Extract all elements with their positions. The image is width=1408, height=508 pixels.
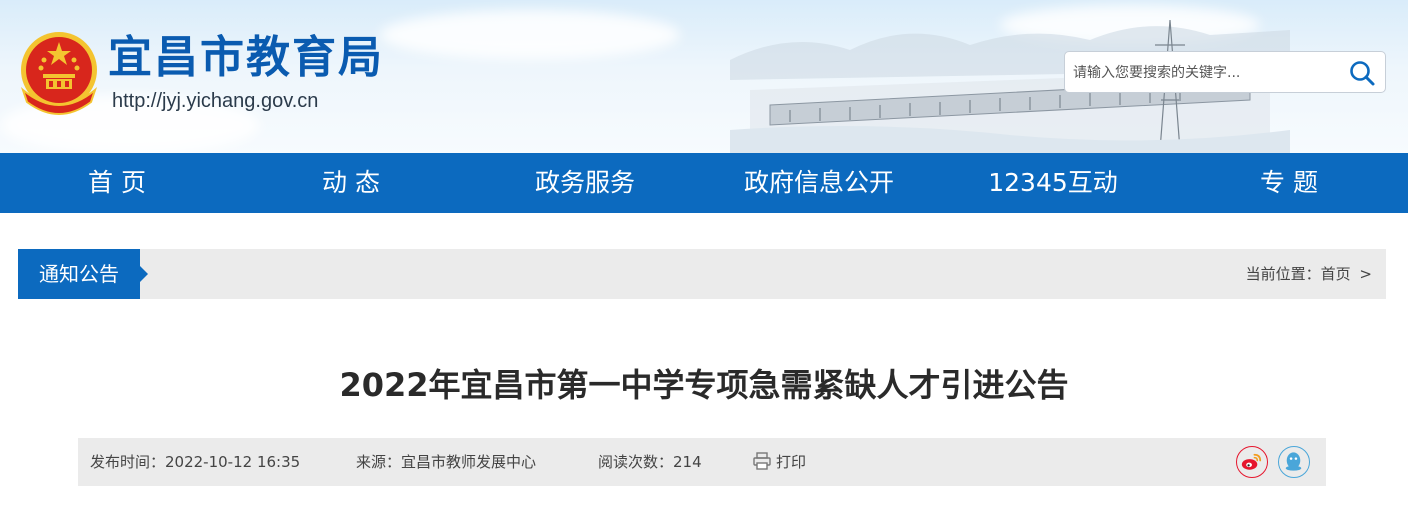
section-header-bar: 通知公告 当前位置：首页 > <box>18 249 1386 299</box>
search-icon <box>1350 61 1375 86</box>
nav-item-news[interactable]: 动 态 <box>234 153 468 213</box>
search-button[interactable] <box>1347 58 1377 88</box>
print-label: 打印 <box>776 453 807 471</box>
site-url: http://jyj.yichang.gov.cn <box>112 90 319 112</box>
printer-icon <box>753 452 771 470</box>
main-nav: 首 页 动 态 政务服务 政府信息公开 12345互动 专 题 <box>0 153 1408 213</box>
article-meta-bar: 发布时间：2022-10-12 16:35 来源：宜昌市教师发展中心 阅读次数：… <box>78 438 1326 486</box>
article-title: 2022年宜昌市第一中学专项急需紧缺人才引进公告 <box>339 366 1069 404</box>
nav-item-gov-info[interactable]: 政府信息公开 <box>702 153 936 213</box>
section-tag[interactable]: 通知公告 <box>18 249 148 299</box>
search-input[interactable] <box>1073 60 1335 86</box>
weibo-icon <box>1241 453 1262 470</box>
site-header: 宜昌市教育局 http://jyj.yichang.gov.cn <box>0 0 1408 153</box>
share-weibo-button[interactable] <box>1236 446 1268 478</box>
read-count: 阅读次数：214 <box>598 453 702 471</box>
share-qq-button[interactable] <box>1278 446 1310 478</box>
qq-icon <box>1285 452 1302 471</box>
nav-item-12345[interactable]: 12345互动 <box>936 153 1170 213</box>
breadcrumb-label: 当前位置： <box>1245 265 1321 283</box>
search-box[interactable] <box>1064 51 1386 93</box>
nav-item-home[interactable]: 首 页 <box>0 153 234 213</box>
site-title[interactable]: 宜昌市教育局 <box>108 36 384 80</box>
breadcrumb-separator: > <box>1359 265 1372 283</box>
nav-item-services[interactable]: 政务服务 <box>468 153 702 213</box>
breadcrumb-home-link[interactable]: 首页 <box>1321 249 1351 299</box>
breadcrumb: 当前位置：首页 > <box>1246 249 1372 299</box>
print-button[interactable]: 打印 <box>752 438 806 486</box>
article-source: 来源：宜昌市教师发展中心 <box>356 453 537 471</box>
nav-item-topics[interactable]: 专 题 <box>1170 153 1408 213</box>
national-emblem-icon <box>20 32 98 115</box>
publish-time: 发布时间：2022-10-12 16:35 <box>90 453 301 471</box>
